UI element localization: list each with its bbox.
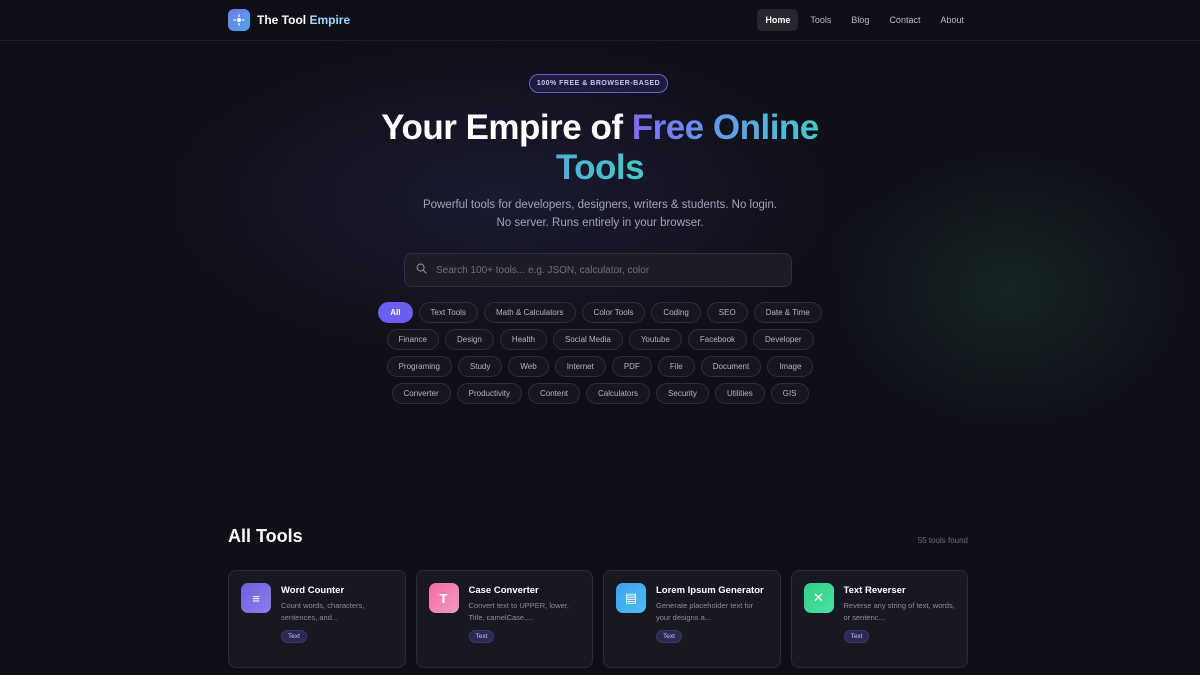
category-chip[interactable]: Youtube	[628, 329, 682, 350]
tool-card[interactable]: T Case Converter Convert text to UPPER, lo…	[415, 570, 593, 668]
tool-card-tag: Text	[656, 630, 682, 643]
category-chip[interactable]: Date & Time	[753, 302, 822, 323]
tool-count: 55 tools found	[917, 536, 968, 545]
category-chip[interactable]: Design	[444, 329, 494, 350]
document-icon: ▤	[616, 583, 646, 613]
tool-card-body: Text Reverser Reverse any string of text,…	[843, 583, 956, 655]
tool-card-description: Count words, characters, sentences, and.…	[281, 601, 365, 622]
tool-card[interactable]: ≡ Word Counter Count words, characters, se…	[228, 570, 406, 668]
tool-card-title: Word Counter	[281, 585, 345, 596]
category-chip[interactable]: Document	[700, 356, 762, 377]
hero-subtitle: Powerful tools for developers, designers…	[422, 199, 778, 229]
category-chip[interactable]: Productivity	[456, 383, 522, 404]
category-filter: All Text Tools Math & Calculators Color Too…	[370, 302, 830, 404]
category-chip[interactable]: Social Media	[553, 329, 623, 350]
nav-about-link[interactable]: About	[932, 9, 972, 31]
tool-card[interactable]: ✕ Text Reverser Reverse any string of text…	[790, 570, 968, 668]
category-chip[interactable]: Internet	[554, 356, 606, 377]
category-chip[interactable]: Web	[508, 356, 549, 377]
tool-card-description: Generate placeholder text for your desig…	[656, 601, 754, 622]
text-t-icon: T	[428, 583, 459, 613]
category-chip[interactable]: GIS	[770, 383, 809, 404]
hero-title: Your Empire of Free Online Tools	[381, 108, 819, 187]
nav-contact-link[interactable]: Contact	[881, 9, 928, 31]
category-chip[interactable]: Developer	[753, 329, 814, 350]
tool-card[interactable]: ▤ Lorem Ipsum Generator Generate placehold…	[603, 570, 781, 668]
tool-card-title: Text Reverser	[843, 585, 906, 596]
swap-icon: ✕	[803, 583, 834, 613]
tool-cards-grid: ≡ Word Counter Count words, characters, se…	[228, 570, 968, 668]
category-chip[interactable]: Color Tools	[581, 302, 646, 323]
category-chip[interactable]: Finance	[386, 329, 439, 350]
category-chip[interactable]: All	[378, 302, 413, 323]
category-chip[interactable]: Security	[656, 383, 709, 404]
tool-card-description: Convert text to UPPER, lower, Title, cam…	[468, 601, 569, 622]
category-chip[interactable]: Utilities	[714, 383, 765, 404]
free-badge: 100% FREE & BROWSER-BASED	[529, 74, 668, 93]
tool-card-body: Case Converter Convert text to UPPER, low…	[468, 583, 581, 655]
nav-links: Home Tools Blog Contact About	[757, 9, 972, 31]
category-chip[interactable]: Math & Calculators	[483, 302, 576, 323]
tool-card-tag: Text	[468, 630, 495, 643]
tool-card-tag: Text	[281, 630, 307, 643]
category-chip[interactable]: Text Tools	[418, 302, 478, 323]
section-title: All Tools	[228, 526, 303, 546]
tool-card-title: Lorem Ipsum Generator	[656, 585, 764, 596]
category-chip[interactable]: Programing	[386, 356, 452, 377]
nav-tools-link[interactable]: Tools	[802, 9, 839, 31]
tool-card-tag: Text	[843, 630, 870, 643]
tool-card-description: Reverse any string of text, words, or se…	[843, 601, 955, 622]
nav-blog-link[interactable]: Blog	[843, 9, 877, 31]
brand-name: The Tool Empire	[257, 13, 351, 27]
top-navbar: The Tool Empire Home Tools Blog Contact …	[0, 0, 1200, 41]
tool-card-body: Word Counter Count words, characters, sen…	[281, 583, 393, 655]
category-chip[interactable]: Coding	[651, 302, 701, 323]
category-chip[interactable]: Facebook	[687, 329, 748, 350]
search-icon	[416, 261, 427, 279]
tool-card-body: Lorem Ipsum Generator Generate placeholde…	[656, 583, 768, 655]
category-chip[interactable]: Image	[767, 356, 814, 377]
lines-icon: ≡	[241, 583, 271, 613]
nav-home-link[interactable]: Home	[757, 9, 799, 31]
tool-search-bar[interactable]	[404, 253, 792, 287]
tool-card-title: Case Converter	[468, 585, 539, 596]
category-chip[interactable]: PDF	[611, 356, 652, 377]
category-chip[interactable]: Health	[499, 329, 547, 350]
brand[interactable]: The Tool Empire	[228, 9, 350, 31]
category-chip[interactable]: Calculators	[586, 383, 651, 404]
category-chip[interactable]: Content	[527, 383, 581, 404]
compass-icon	[228, 9, 250, 31]
category-chip[interactable]: Study	[457, 356, 503, 377]
search-input[interactable]	[436, 264, 780, 276]
category-chip[interactable]: File	[657, 356, 695, 377]
category-chip[interactable]: SEO	[706, 302, 748, 323]
category-chip[interactable]: Converter	[391, 383, 451, 404]
